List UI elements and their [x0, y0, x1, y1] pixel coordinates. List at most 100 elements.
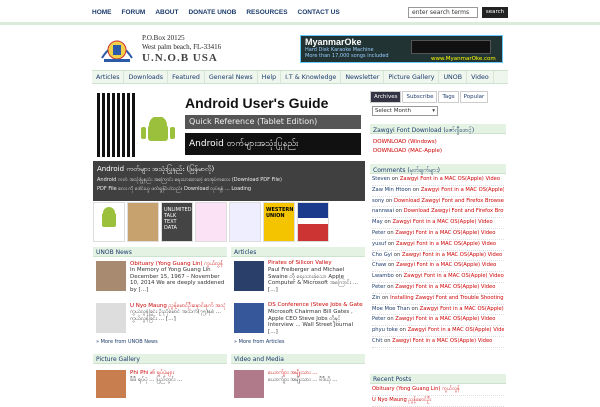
comment-author[interactable]: Chit — [372, 338, 382, 344]
topnav-resources[interactable]: RESOURCES — [246, 9, 287, 16]
comment-author[interactable]: Steven — [372, 176, 390, 182]
comment-post-link[interactable]: Download Zawgyi Font and Firefox Browser — [404, 208, 504, 214]
comment-on-label: on — [385, 316, 396, 323]
search-input[interactable]: enter search terms — [408, 7, 478, 18]
comment-item: Steven on Zawgyi Font in a MAC OS(Apple)… — [372, 175, 504, 186]
caption-title[interactable]: Android ကတ်များ အသုံးပြုနည်း (မြန်မာလို) — [97, 165, 214, 175]
recent-post[interactable]: Obituary (Yong Guang Lin) ကွယ်လွန် — [372, 385, 504, 396]
comment-on-label: on — [385, 229, 396, 236]
comment-author[interactable]: Peter — [372, 230, 386, 236]
tab-tags[interactable]: Tags — [438, 91, 459, 103]
recent-post[interactable]: U Nyo Maung ညွန့်မောင်ဦး — [372, 396, 504, 407]
gallery-title[interactable]: Phi Phi ၏ ရုပ်ပုံများ — [130, 369, 174, 377]
thumb-laptop[interactable] — [229, 202, 261, 242]
nav-featured[interactable]: Featured — [168, 71, 205, 83]
comment-author[interactable]: phyu toke — [372, 327, 398, 333]
topnav-donate[interactable]: DONATE UNOB — [188, 9, 236, 16]
thumb-unlimited[interactable]: UNLIMITED TALK TEXT DATA — [161, 202, 193, 242]
comment-post-link[interactable]: Zawgyi Font in a MAC OS(Apple) Video — [421, 187, 504, 193]
thumb-western-union[interactable]: WESTERN UNION — [263, 202, 295, 242]
archives-month-select[interactable]: Select Month ▾ — [372, 106, 438, 116]
topnav-about[interactable]: ABOUT — [155, 9, 178, 16]
comment-author[interactable]: nannwai — [372, 208, 394, 214]
more-articles-link[interactable]: » More from Articles — [231, 337, 365, 347]
nav-unob[interactable]: UNOB — [439, 71, 468, 83]
news-item[interactable]: U Nyo Maung ညွန့်မောင်ဦးနှောင်းနက် အသုံး… — [93, 301, 227, 337]
comment-post-link[interactable]: Zawgyi Font in a MAC OS(Apple) Video — [392, 338, 492, 344]
topnav-contact[interactable]: CONTACT US — [298, 9, 340, 16]
comment-post-link[interactable]: Zawgyi Font in a MAC OS(Apple) Video — [408, 327, 504, 333]
nav-picture-gallery[interactable]: Picture Gallery — [384, 71, 440, 83]
comment-author[interactable]: Zaw Min Htoon — [372, 187, 411, 193]
comment-item: Peter on Zawgyi Font in a MAC OS(Apple) … — [372, 283, 504, 294]
comment-post-link[interactable]: Download Zawgyi Font and Firefox Browser — [394, 198, 504, 204]
comment-post-link[interactable]: Zawgyi Font in a MAC OS(Apple) Video — [393, 219, 493, 225]
thumb-mac-font[interactable] — [195, 202, 227, 242]
thumb-wooden-figure[interactable] — [127, 202, 159, 242]
article-title[interactable]: DS Conference (Steve Jobs & Gates) — [268, 302, 363, 308]
topnav-home[interactable]: HOME — [92, 9, 112, 16]
nav-it-knowledge[interactable]: I.T & Knowledge — [281, 71, 342, 83]
article-item[interactable]: DS Conference (Steve Jobs & Gates) Micro… — [231, 301, 365, 337]
comment-author[interactable]: May — [372, 219, 383, 225]
nav-video[interactable]: Video — [467, 71, 494, 83]
comment-post-link[interactable]: Zawgyi Font in a MAC OS(Apple) Video — [402, 252, 502, 258]
search-button[interactable]: search — [482, 7, 508, 18]
comment-on-label: on — [386, 262, 397, 269]
comment-item: Chit on Zawgyi Font in a MAC OS(Apple) V… — [372, 337, 504, 348]
content-area: Android User's Guide Quick Reference (Ta… — [92, 86, 508, 407]
comment-author[interactable]: Peter — [372, 316, 386, 322]
video-item[interactable]: ယောက်ျား အမျိုးသား ... ယောက်ျား အမျိုးသာ… — [231, 367, 365, 400]
zawgyi-mac-link[interactable]: DOWNLOAD (MAC-Apple) — [373, 147, 442, 156]
news-excerpt: In Memory of Yong Guang Lin December 15,… — [130, 267, 225, 293]
comment-post-link[interactable]: Installing Zawgyi Font and Trouble Shoot… — [390, 295, 504, 301]
news-item[interactable]: Obituary (Yong Guang Lin) ကွယ်လွန် In Me… — [93, 259, 227, 295]
comment-post-link[interactable]: Zawgyi Font in a MAC OS(Apple) Video — [395, 230, 495, 236]
comment-author[interactable]: Lwambo — [372, 273, 394, 279]
comment-author[interactable]: Cho Gyi — [372, 252, 392, 258]
topnav-forum[interactable]: FORUM — [122, 9, 146, 16]
comment-author[interactable]: sony — [372, 198, 384, 204]
nav-downloads[interactable]: Downloads — [124, 71, 169, 83]
comment-author[interactable]: Moe Moe Than — [372, 306, 410, 312]
comment-post-link[interactable]: Zawgyi Font in a MAC OS(Apple) Video — [395, 284, 495, 290]
comment-author[interactable]: Peter — [372, 284, 386, 290]
comment-post-link[interactable]: Zawgyi Font in a MAC OS(Apple) Video — [396, 262, 496, 268]
tab-archives[interactable]: Archives — [370, 91, 402, 103]
comment-item: Peter on Zawgyi Font in a MAC OS(Apple) … — [372, 229, 504, 240]
gallery-excerpt: ဖီဖီ ရုပ်ပုံ ... ပြည်တွင်း ... — [130, 377, 183, 383]
nav-newsletter[interactable]: Newsletter — [341, 71, 385, 83]
unob-logo-icon[interactable] — [96, 32, 138, 64]
zawgyi-heading: Zawgyi Font Download (ဇော်ဂျီဖောင့်) — [370, 124, 506, 134]
articles-heading[interactable]: Articles — [231, 247, 365, 257]
article-thumb — [234, 261, 264, 291]
thumb-usa-flag[interactable] — [297, 202, 329, 242]
video-media-heading[interactable]: Video and Media — [231, 354, 365, 364]
featured-slider[interactable]: Android User's Guide Quick Reference (Ta… — [93, 89, 365, 201]
article-title[interactable]: Pirates of Silicon Valley — [268, 260, 363, 266]
myanmaroke-ad-banner[interactable]: MyanmarOke Hard Disk Karaoke Machine Mor… — [300, 35, 503, 63]
comment-author[interactable]: yusuf — [372, 241, 386, 247]
comment-author[interactable]: Chaw — [372, 262, 386, 268]
articles-list: Pirates of Silicon Valley Paul Freiberge… — [231, 259, 365, 347]
picture-gallery-heading[interactable]: Picture Gallery — [93, 354, 227, 364]
comment-post-link[interactable]: Zawgyi Font in a MAC OS(Apple) Video — [420, 306, 504, 312]
video-title[interactable]: ယောက်ျား အမျိုးသား ... — [268, 369, 363, 377]
nav-general-news[interactable]: General News — [205, 71, 258, 83]
comment-post-link[interactable]: Zawgyi Font in a MAC OS(Apple) Video — [400, 176, 500, 182]
caption-line-2: PDF File လေး ကို ဒေါင်းယူ ဖတ်ရှုနိုင်ပါသ… — [97, 186, 252, 192]
nav-help[interactable]: Help — [258, 71, 282, 83]
zawgyi-windows-link[interactable]: DOWNLOAD (Windows) — [373, 138, 442, 147]
comment-on-label: on — [382, 337, 393, 344]
tab-subscribe[interactable]: Subscribe — [402, 91, 438, 103]
article-item[interactable]: Pirates of Silicon Valley Paul Freiberge… — [231, 259, 365, 295]
thumb-android[interactable] — [93, 202, 125, 242]
comment-post-link[interactable]: Zawgyi Font in a MAC OS(Apple) Video — [404, 273, 504, 279]
comment-post-link[interactable]: Zawgyi Font in a MAC OS(Apple) Video — [396, 241, 496, 247]
unob-news-heading[interactable]: UNOB News — [93, 247, 227, 257]
more-unob-news-link[interactable]: » More from UNOB News — [93, 337, 227, 347]
gallery-item[interactable]: Phi Phi ၏ ရုပ်ပုံများ ဖီဖီ ရုပ်ပုံ ... ပ… — [93, 367, 227, 400]
tab-popular[interactable]: Popular — [459, 91, 489, 103]
nav-articles[interactable]: Articles — [92, 71, 125, 83]
comment-post-link[interactable]: Zawgyi Font in a MAC OS(Apple) Video — [395, 316, 495, 322]
